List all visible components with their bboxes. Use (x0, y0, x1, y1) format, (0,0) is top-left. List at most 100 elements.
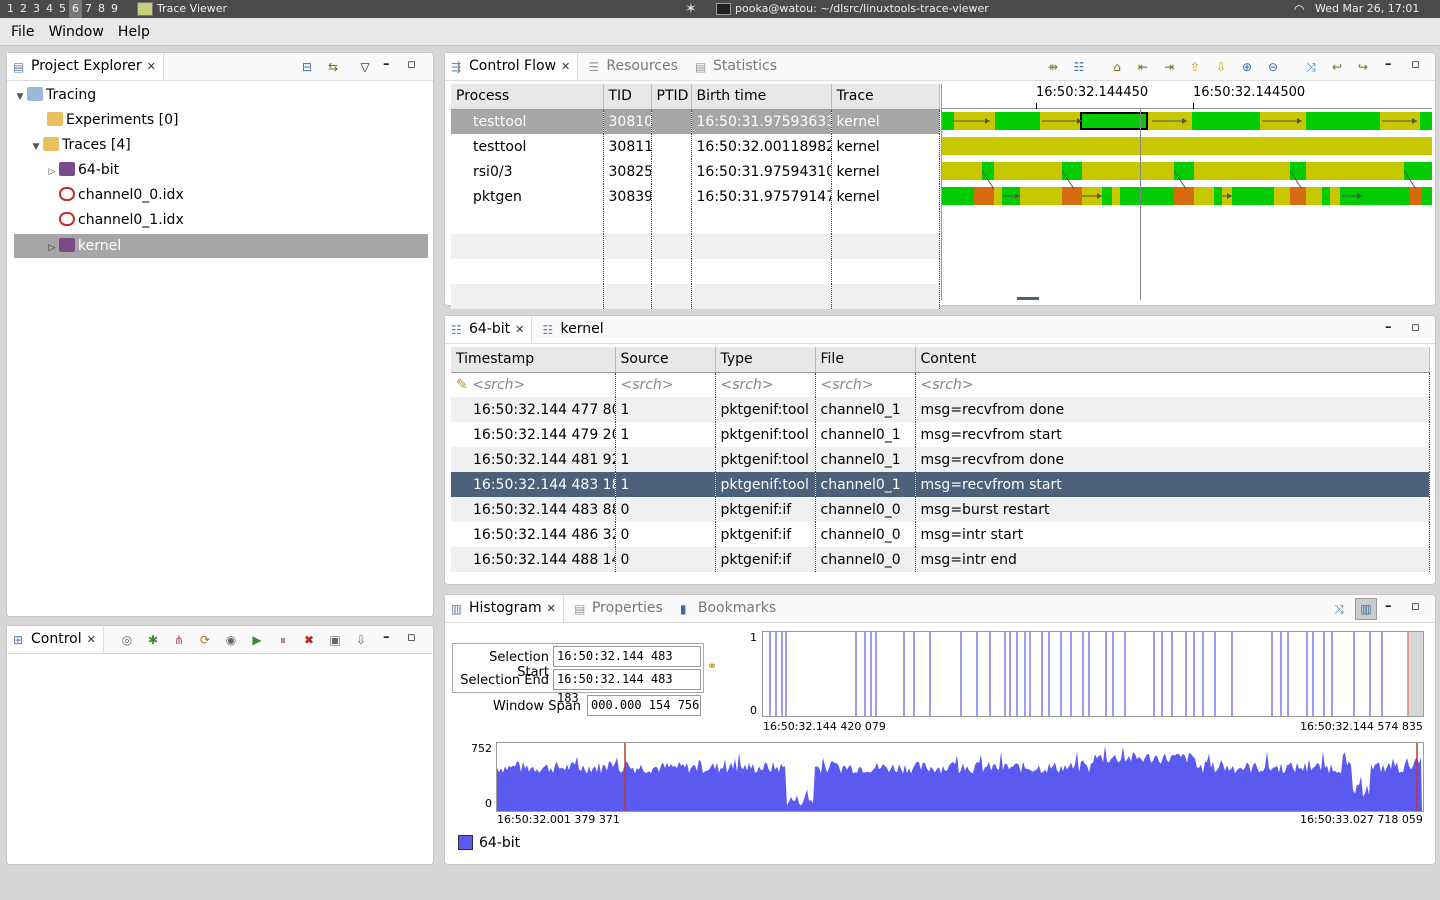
search-field-content[interactable]: <srch> (915, 372, 1430, 397)
menu-window[interactable]: Window (44, 18, 109, 46)
stop-icon[interactable]: ⏸ (275, 632, 291, 648)
tab-control[interactable]: ⊞ Control ✕ (7, 626, 104, 653)
full-histogram[interactable] (496, 742, 1424, 812)
tab-bookmarks[interactable]: ▮ Bookmarks (674, 595, 783, 622)
workspace-9[interactable]: 9 (108, 0, 121, 18)
import-icon[interactable]: ◉ (223, 632, 239, 648)
tab-properties[interactable]: ▤ Properties (568, 595, 670, 622)
link-icon[interactable]: ⚭ (707, 659, 717, 673)
workspace-4[interactable]: 4 (43, 0, 56, 18)
refresh-icon[interactable]: ⟳ (197, 632, 213, 648)
column-header-trace[interactable]: Trace (831, 84, 940, 110)
reset-scale-icon[interactable]: ⌂ (1109, 59, 1125, 75)
expand-arrow-icon[interactable]: ▷ (45, 236, 59, 260)
minimize-icon[interactable]: – (1385, 57, 1392, 72)
histogram-toggle-icon[interactable]: ▥ (1355, 598, 1377, 620)
search-field-timestamp[interactable]: ✎ <srch> (451, 372, 616, 397)
follow-arrow-back-icon[interactable]: ↩ (1329, 59, 1345, 75)
close-icon[interactable]: ✕ (561, 60, 570, 73)
column-header-tid[interactable]: TID (603, 84, 652, 110)
column-header-type[interactable]: Type (715, 347, 816, 373)
tab-histogram[interactable]: ▥ Histogram ✕ (445, 595, 564, 622)
tree-item-trace[interactable]: ▷ 64-bit (45, 158, 119, 182)
destroy-icon[interactable]: ✖ (301, 632, 317, 648)
previous-item-icon[interactable]: ⇧ (1187, 59, 1203, 75)
record-snapshot-icon[interactable]: ▣ (327, 632, 343, 648)
event-row[interactable]: 16:50:32.144 486 326 0 pktgenif:if channel0… (451, 522, 1430, 547)
column-header-ptid[interactable]: PTID (651, 84, 692, 110)
collapse-arrow-icon[interactable]: ▼ (13, 85, 27, 109)
tree-item-tracing[interactable]: ▼ Tracing (13, 83, 96, 107)
workspace-8[interactable]: 8 (95, 0, 108, 18)
workspace-5[interactable]: 5 (56, 0, 69, 18)
event-row[interactable]: 16:50:32.144 477 805 1 pktgenif:tool channe… (451, 397, 1430, 422)
tree-item-experiments[interactable]: Experiments [0] (33, 108, 178, 132)
close-icon[interactable]: ✕ (87, 633, 96, 646)
expand-arrow-icon[interactable]: ▷ (45, 160, 59, 184)
minimize-icon[interactable]: – (1385, 320, 1392, 335)
app-title[interactable]: Trace Viewer (157, 0, 227, 18)
time-scale[interactable]: 16:50:32.144450 16:50:32.144500 (942, 84, 1432, 109)
tree-item-trace-selected[interactable]: ▷ kernel (45, 234, 121, 258)
legend-icon[interactable]: ☷ (1071, 59, 1087, 75)
column-header-birth-time[interactable]: Birth time (691, 84, 832, 110)
process-row[interactable]: pktgen 30839 16:50:31.975791479 kernel (451, 184, 940, 209)
column-header-file[interactable]: File (815, 347, 916, 373)
event-row[interactable]: 16:50:32.144 483 183 1 pktgenif:tool channe… (451, 472, 1430, 497)
workspace-1[interactable]: 1 (4, 0, 17, 18)
window-span-field[interactable]: 000.000 154 756 (587, 695, 701, 716)
workspace-switcher[interactable]: 123456789 (4, 0, 121, 18)
tab-project-explorer[interactable]: ▤ Project Explorer ✕ (7, 53, 164, 80)
view-menu-icon[interactable]: ▽ (357, 59, 373, 75)
tab-control-flow[interactable]: ⇶ Control Flow ✕ (445, 53, 579, 80)
tree-item-traces[interactable]: ▼ Traces [4] (29, 133, 131, 157)
search-field-source[interactable]: <srch> (615, 372, 716, 397)
tree-item-trace[interactable]: channel0_1.idx (59, 208, 184, 232)
wifi-icon[interactable]: ◠ (1294, 0, 1304, 18)
workspace-7[interactable]: 7 (82, 0, 95, 18)
clock[interactable]: Wed Mar 26, 17:01 (1315, 0, 1419, 18)
collapse-all-icon[interactable]: ⊟ (299, 59, 315, 75)
workspace-6[interactable]: 6 (69, 0, 82, 18)
close-icon[interactable]: ✕ (147, 60, 156, 73)
time-cursor[interactable] (1140, 109, 1141, 300)
zoom-out-icon[interactable]: ⊖ (1265, 59, 1281, 75)
event-row[interactable]: 16:50:32.144 488 142 0 pktgenif:if channel0… (451, 547, 1430, 572)
tree-item-trace[interactable]: channel0_0.idx (59, 183, 184, 207)
search-field-type[interactable]: <srch> (715, 372, 816, 397)
workspace-3[interactable]: 3 (30, 0, 43, 18)
close-icon[interactable]: ✕ (515, 323, 524, 336)
next-item-icon[interactable]: ⇩ (1213, 59, 1229, 75)
tab-statistics[interactable]: ▤ Statistics (689, 53, 784, 80)
zoom-in-icon[interactable]: ⊕ (1239, 59, 1255, 75)
selection-end-field[interactable]: 16:50:32.144 483 183 (553, 669, 701, 705)
create-session-icon[interactable]: ✱ (145, 632, 161, 648)
event-row[interactable]: 16:50:32.144 483 881 0 pktgenif:if channel0… (451, 497, 1430, 522)
follow-arrow-forward-icon[interactable]: ↪ (1355, 59, 1371, 75)
tab-64-bit[interactable]: ☷ 64-bit ✕ (445, 316, 533, 343)
minimize-icon[interactable]: – (383, 630, 390, 645)
process-row[interactable]: testtool 30811 16:50:32.001189822 kernel (451, 134, 940, 159)
event-row[interactable]: 16:50:32.144 479 202 1 pktgenif:tool channe… (451, 422, 1430, 447)
start-icon[interactable]: ▶ (249, 632, 265, 648)
close-icon[interactable]: ✕ (547, 602, 556, 615)
menu-file[interactable]: File (6, 18, 39, 46)
minimize-icon[interactable]: – (383, 57, 390, 72)
process-row[interactable]: testtool 30810 16:50:31.975936330 kernel (451, 109, 940, 134)
connect-icon[interactable]: ◎ (119, 632, 135, 648)
column-header-content[interactable]: Content (915, 347, 1430, 373)
search-field-file[interactable]: <srch> (815, 372, 916, 397)
hide-lost-events-icon[interactable]: ⤨ (1331, 601, 1347, 617)
time-graph[interactable]: 16:50:32.144450 16:50:32.144500 (941, 84, 1432, 300)
maximize-icon[interactable]: ▫ (1411, 599, 1420, 614)
maximize-icon[interactable]: ▫ (1411, 57, 1420, 72)
import-trace-icon[interactable]: ⇩ (353, 632, 369, 648)
scrollbar-thumb[interactable] (1017, 297, 1039, 300)
maximize-icon[interactable]: ▫ (407, 630, 416, 645)
process-row[interactable]: rsi0/3 30825 16:50:31.975943105 kernel (451, 159, 940, 184)
previous-event-icon[interactable]: ⇤ (1135, 59, 1151, 75)
event-row[interactable]: 16:50:32.144 481 926 1 pktgenif:tool channe… (451, 447, 1430, 472)
collapse-arrow-icon[interactable]: ▼ (29, 135, 43, 159)
optimize-icon[interactable]: ⇻ (1045, 59, 1061, 75)
workspace-2[interactable]: 2 (17, 0, 30, 18)
